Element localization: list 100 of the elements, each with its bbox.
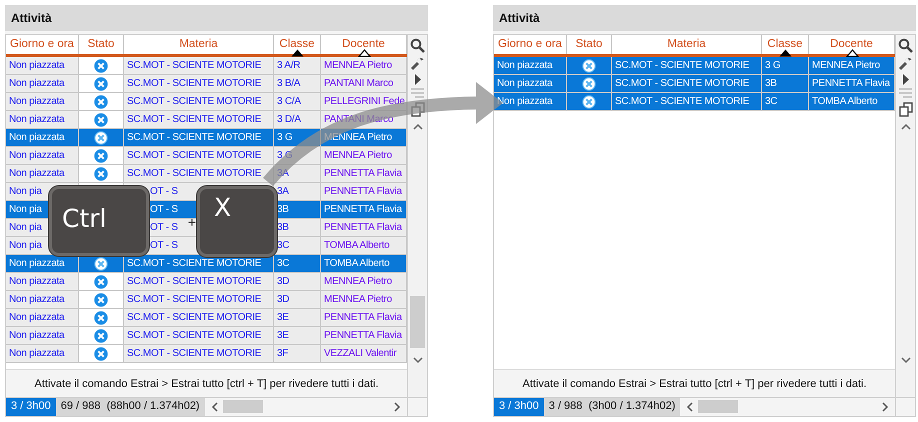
teacher-cell: MENNEA Pietro [812,60,880,71]
ctrl-key: Ctrl [49,186,149,256]
scroll-left-icon[interactable] [210,402,218,412]
subject-cell: SC.MOT - SCIENTE MOTORIE [615,78,750,89]
day-time-cell: Non piazzata [9,330,64,341]
teacher-cell: PELLEGRINI Fede [324,96,405,107]
class-cell: 3E [277,312,289,323]
play-icon[interactable] [902,74,910,85]
table-row[interactable]: Non piazzata SC.MOT - SCIENTE MOTORIE 3C TOMBA Alberto [494,93,895,111]
not-placed-icon [94,274,108,288]
teacher-cell: PANTANI Marco [324,78,394,89]
not-placed-icon [94,328,108,342]
scroll-left-icon[interactable] [686,402,694,412]
table-row[interactable]: Non piazzata SC.MOT - SCIENTE MOTORIE 3 G MENNEA Pietro [494,57,895,75]
panel-title: Attività [499,11,540,25]
day-time-cell: Non piazzata [9,168,64,179]
scroll-thumb[interactable] [222,400,263,413]
hint-message: Attivate il comando Estrai > Estrai tutto [ctrl + T] per rivedere tutti i dati. [522,378,866,390]
table-row[interactable]: Non piazzata SC.MOT - SCIENTE MOTORIE 3E PENNETTA Flavia [6,327,407,345]
teacher-cell: TOMBA Alberto [324,258,390,269]
not-placed-icon [94,292,108,306]
search-icon[interactable] [410,38,425,53]
table-row[interactable]: Non piazzata SC.MOT - SCIENTE MOTORIE 3D MENNEA Pietro [6,291,407,309]
activity-summary: 3 / 988 (3h00 / 1.374h02) [544,398,680,416]
scroll-thumb[interactable] [410,296,425,348]
table-row[interactable]: Non piazzata SC.MOT - SCIENTE MOTORIE 3 G MENNEA Pietro [6,129,407,147]
subject-cell: SC.MOT - SCIENTE MOTORIE [127,168,262,179]
column-header[interactable]: Giorno e ora [10,38,74,50]
teacher-cell: PENNETTA Flavia [324,168,402,179]
column-header[interactable]: Giorno e ora [498,38,562,50]
class-cell: 3D [277,294,290,305]
table-row[interactable]: Non piazzata SC.MOT - SCIENTE MOTORIE 3E PENNETTA Flavia [6,309,407,327]
day-time-cell: Non piazzata [9,276,64,287]
class-cell: 3B [277,204,289,215]
day-time-cell: Non piazzata [9,60,64,71]
subject-cell-text: OT - S [149,222,178,233]
day-time-cell: Non piazzata [9,150,64,161]
column-header[interactable]: Classe [767,38,803,50]
teacher-cell: MENNEA Pietro [324,276,392,287]
subject-cell: SC.MOT - SCIENTE MOTORIE [127,330,262,341]
column-header[interactable]: Materia [179,38,218,50]
column-header[interactable]: Stato [576,38,602,50]
class-cell: 3 D/A [277,114,301,125]
subject-cell: SC.MOT - SCIENTE MOTORIE [127,132,262,143]
table-row[interactable]: Non piazzata SC.MOT - SCIENTE MOTORIE 3D MENNEA Pietro [6,273,407,291]
subject-cell: SC.MOT - SCIENTE MOTORIE [127,96,262,107]
class-cell: 3B [277,222,289,233]
subject-cell: SC.MOT - SCIENTE MOTORIE [127,150,262,161]
column-header[interactable]: Classe [279,38,315,50]
not-placed-icon [582,58,596,72]
day-time-cell: Non piazzata [9,294,64,305]
scroll-right-icon[interactable] [882,402,889,412]
subject-cell: SC.MOT - SCIENTE MOTORIE [127,114,262,125]
class-cell: 3 G [277,132,292,143]
teacher-cell: TOMBA Alberto [324,240,390,251]
search-icon[interactable] [898,38,913,53]
not-placed-icon [94,76,108,90]
class-cell: 3 A/R [277,60,300,71]
not-placed-icon [94,94,108,108]
table-row[interactable]: Non piazzata SC.MOT - SCIENTE MOTORIE 3B PENNETTA Flavia [494,75,895,93]
class-cell: 3 G [765,60,780,71]
subject-cell: SC.MOT - SCIENTE MOTORIE [127,258,262,269]
table-row[interactable]: Non piazzata SC.MOT - SCIENTE MOTORIE 3 B/A PANTANI Marco [6,75,407,93]
column-header[interactable]: Docente [342,38,385,50]
panel-title: Attività [11,11,52,25]
teacher-cell: MENNEA Pietro [324,60,392,71]
not-placed-icon [94,166,108,180]
day-time-cell: Non piazzata [9,348,64,359]
scroll-up-icon[interactable] [900,123,910,130]
copy-icon[interactable] [898,102,912,117]
not-placed-icon [94,58,108,72]
table-row[interactable]: Non piazzata SC.MOT - SCIENTE MOTORIE 3 C/A PELLEGRINI Fede [6,93,407,111]
teacher-cell: MENNEA Pietro [324,132,392,143]
class-cell: 3E [277,330,289,341]
teacher-cell: PENNETTA Flavia [324,222,402,233]
not-placed-icon [94,346,108,360]
subject-cell: SC.MOT - SCIENTE MOTORIE [127,60,262,71]
scroll-up-icon[interactable] [412,123,422,130]
table-row[interactable]: Non piazzata SC.MOT - SCIENTE MOTORIE 3F VEZZALI Valentir [6,345,407,363]
subject-cell: SC.MOT - SCIENTE MOTORIE [127,78,262,89]
scroll-right-icon[interactable] [394,402,401,412]
subject-cell: SC.MOT - SCIENTE MOTORIE [127,348,262,359]
day-time-cell: Non piazzata [9,132,64,143]
class-cell: 3B [765,78,777,89]
day-time-cell: Non pia [9,222,42,233]
teacher-cell: PENNETTA Flavia [324,204,402,215]
day-time-cell: Non piazzata [497,60,552,71]
play-icon[interactable] [414,74,422,85]
column-header[interactable]: Stato [88,38,114,50]
column-header[interactable]: Docente [830,38,873,50]
column-header[interactable]: Materia [667,38,706,50]
table-row[interactable]: Non piazzata SC.MOT - SCIENTE MOTORIE 3 G MENNEA Pietro [6,147,407,165]
scroll-thumb[interactable] [698,400,738,413]
scroll-down-icon[interactable] [900,357,910,364]
selection-total: 3 / 3h00 [494,398,544,416]
day-time-cell: Non piazzata [9,312,64,323]
x-key: X [197,186,277,257]
not-placed-icon [94,256,108,270]
scroll-down-icon[interactable] [412,357,422,364]
table-row[interactable]: Non piazzata SC.MOT - SCIENTE MOTORIE 3 A/R MENNEA Pietro [6,57,407,75]
